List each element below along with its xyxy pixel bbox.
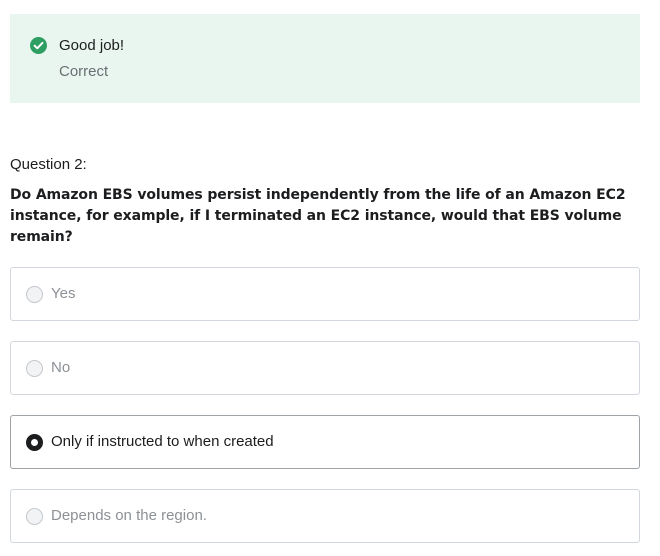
radio-button[interactable] [26, 508, 43, 525]
radio-button-checked[interactable] [26, 434, 43, 451]
feedback-banner: Good job! Correct [10, 14, 640, 103]
answer-option-label: No [51, 359, 71, 376]
answer-option-yes[interactable]: Yes [10, 267, 640, 321]
feedback-subtitle: Correct [59, 63, 109, 80]
answer-option-depends-on-region[interactable]: Depends on the region. [10, 489, 640, 543]
answer-option-label: Yes [51, 285, 76, 302]
radio-button[interactable] [26, 360, 43, 377]
answer-option-label: Depends on the region. [51, 507, 207, 524]
question-number: Question 2: [10, 156, 87, 173]
question-text: Do Amazon EBS volumes persist independen… [10, 187, 626, 245]
check-circle-icon [30, 37, 47, 54]
answer-option-no[interactable]: No [10, 341, 640, 395]
radio-button[interactable] [26, 286, 43, 303]
answer-option-label: Only if instructed to when created [51, 433, 274, 450]
feedback-title: Good job! [59, 37, 125, 54]
answer-option-only-if-instructed[interactable]: Only if instructed to when created [10, 415, 640, 469]
